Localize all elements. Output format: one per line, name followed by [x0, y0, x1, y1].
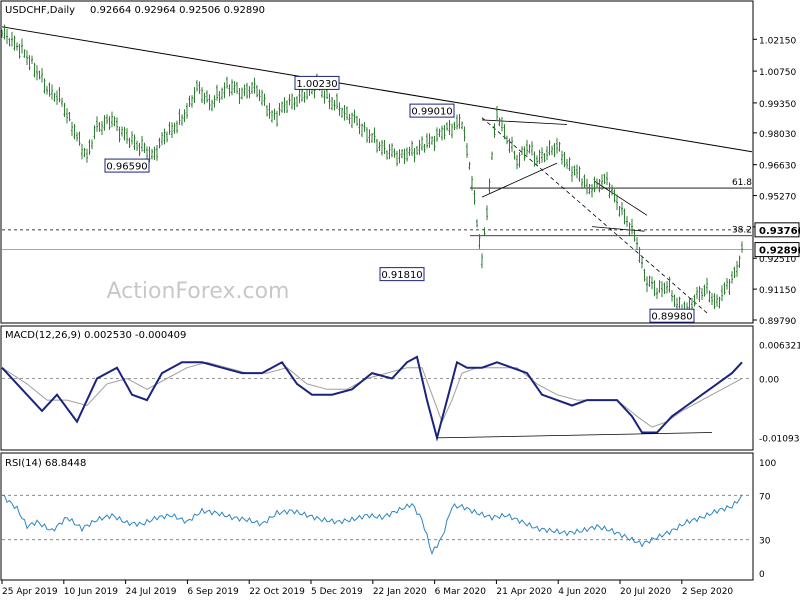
- annotation-label-2: 0.99010: [411, 107, 452, 118]
- watermark: ActionForex.com: [107, 279, 290, 304]
- annotation-label-4: 0.89980: [651, 312, 692, 323]
- forex-chart: ActionForex.com USDCHF,Daily 0.92664 0.9…: [0, 0, 800, 597]
- macd-y-label-0: 0.006321: [759, 341, 800, 351]
- header-ohlc: 0.92664 0.92964 0.92506 0.92890: [90, 5, 265, 16]
- y-tick-label-9: 0.89790: [759, 317, 796, 327]
- macd-title: MACD(12,26,9) 0.002530 -0.000409: [5, 330, 186, 341]
- x-tick-label-0: 25 Apr 2019: [2, 587, 58, 597]
- y-tick-label-3: 0.98030: [759, 130, 796, 140]
- x-tick-label-4: 22 Oct 2019: [249, 587, 305, 597]
- rsi-panel: [0, 452, 754, 581]
- rsi-layer: 100 70 30 0: [1, 459, 776, 580]
- x-tick-label-5: 5 Dec 2019: [311, 587, 363, 597]
- y-tick-label-1: 1.00750: [759, 68, 796, 78]
- annotation-label-3: 0.91810: [381, 270, 422, 281]
- annotation-label-0: 1.00230: [296, 79, 337, 90]
- rsi-line: [1, 494, 743, 556]
- price-box-label-0: 0.93760: [759, 226, 800, 237]
- y-tick-label-5: 0.95270: [759, 193, 796, 203]
- x-tick-label-6: 22 Jan 2020: [373, 587, 427, 597]
- annotation-label-1: 0.96590: [106, 162, 147, 173]
- macd-layer: 0.006321 0.00 -0.010939: [1, 341, 800, 445]
- x-tick-label-10: 20 Jul 2020: [620, 587, 671, 597]
- y-tick-label-0: 1.02150: [759, 36, 796, 46]
- x-tick-label-2: 24 Jul 2019: [126, 587, 177, 597]
- y-tick-label-2: 0.99350: [759, 100, 796, 110]
- dashed-channel-line: [481, 117, 708, 314]
- triangle-lower-line: [481, 162, 558, 198]
- macd-line: [1, 355, 743, 442]
- macd-y-label-1: 0.00: [759, 376, 779, 386]
- rsi-y-label-3: 0: [759, 570, 765, 580]
- y-tick-label-8: 0.91150: [759, 286, 796, 296]
- rsi-y-label-0: 100: [759, 459, 776, 469]
- x-tick-label-7: 6 Mar 2020: [435, 587, 487, 597]
- x-tick-label-9: 4 Jun 2020: [558, 587, 607, 597]
- y-tick-label-4: 0.96630: [759, 162, 796, 172]
- macd-trend-line: [436, 432, 713, 439]
- price-box-label-1: 0.92890: [759, 246, 800, 257]
- macd-signal-line: [1, 361, 743, 428]
- main-price-layer: 61.8 38.2 1.00230 0.96590 0.99010 0.91810 0.89…: [1, 24, 753, 323]
- x-tick-label-11: 2 Sep 2020: [682, 587, 734, 597]
- wedge-lower-line: [591, 226, 645, 232]
- fib-label-1: 38.2: [732, 226, 752, 236]
- x-tick-label-3: 6 Sep 2019: [187, 587, 239, 597]
- rsi-y-label-2: 30: [759, 537, 771, 547]
- long-trendline: [1, 26, 753, 153]
- x-tick-label-8: 21 Apr 2020: [496, 587, 552, 597]
- rsi-title: RSI(14) 68.8448: [5, 458, 86, 469]
- macd-y-label-2: -0.010939: [759, 435, 800, 445]
- fib-label-0: 61.8: [732, 178, 752, 188]
- rsi-y-label-1: 70: [759, 492, 771, 502]
- header-symbol: USDCHF,Daily: [5, 5, 75, 16]
- x-tick-label-1: 10 Jun 2019: [64, 587, 118, 597]
